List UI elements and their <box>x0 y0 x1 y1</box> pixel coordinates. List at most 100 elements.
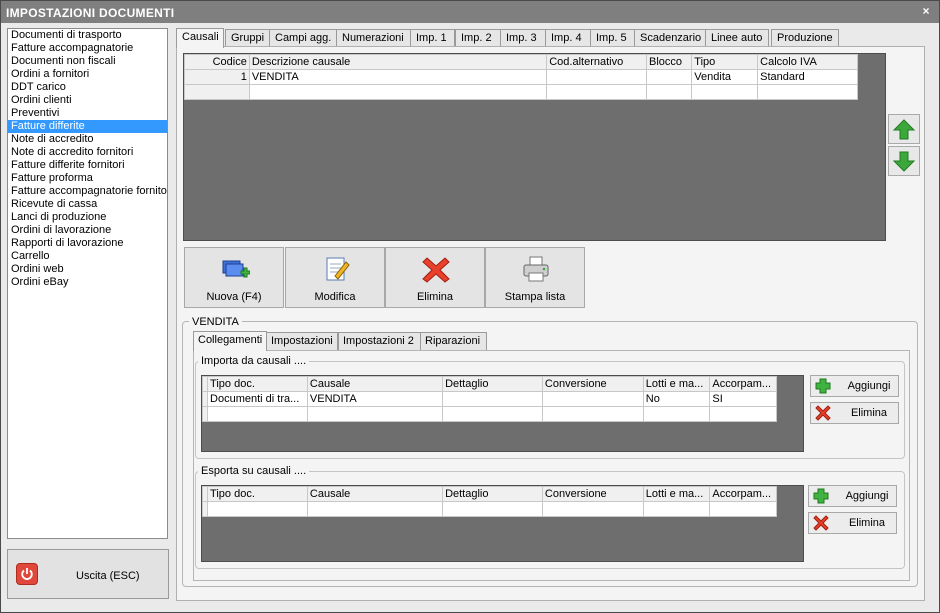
tab-riparazioni[interactable]: Riparazioni <box>420 332 487 350</box>
list-item[interactable]: Ordini web <box>8 263 167 276</box>
column-header[interactable]: Causale <box>306 376 444 392</box>
list-item[interactable]: Ordini eBay <box>8 276 167 289</box>
table-header-row: Codice Descrizione causale Cod.alternati… <box>184 54 858 70</box>
column-header[interactable]: Lotti e ma... <box>642 376 711 392</box>
tab-imp-5[interactable]: Imp. 5 <box>590 29 636 47</box>
tab-campi-agg[interactable]: Campi agg. <box>269 29 338 47</box>
column-header[interactable]: Tipo doc. <box>207 376 308 392</box>
column-header[interactable]: Codice <box>184 54 250 70</box>
tab-imp-1[interactable]: Imp. 1 <box>410 29 455 47</box>
table-cell[interactable]: VENDITA <box>248 69 548 85</box>
table-cell[interactable]: 1 <box>184 69 250 85</box>
document-type-list[interactable]: Documenti di trasporto Fatture accompagn… <box>7 28 168 539</box>
import-add-label: Aggiungi <box>847 380 891 392</box>
list-item[interactable]: Fatture proforma <box>8 172 167 185</box>
table-cell[interactable]: Standard <box>757 69 858 85</box>
tab-collegamenti[interactable]: Collegamenti <box>193 331 267 351</box>
exit-button[interactable]: Uscita (ESC) <box>7 549 169 599</box>
list-item[interactable]: DDT carico <box>8 81 167 94</box>
table-row[interactable]: Documenti di tra... VENDITA No SI <box>201 391 777 407</box>
import-add-button[interactable]: Aggiungi <box>810 375 899 397</box>
list-item[interactable]: Note di accredito fornitori <box>8 146 167 159</box>
column-header[interactable]: Causale <box>306 486 444 502</box>
list-item[interactable]: Fatture differite fornitori <box>8 159 167 172</box>
column-header[interactable]: Cod.alternativo <box>546 54 648 70</box>
window-title: IMPOSTAZIONI DOCUMENTI <box>6 6 175 20</box>
list-item[interactable]: Preventivi <box>8 107 167 120</box>
column-header[interactable]: Dettaglio <box>442 376 543 392</box>
import-group-title: Importa da causali .... <box>198 355 310 367</box>
table-cell[interactable] <box>546 69 648 85</box>
list-item[interactable]: Ordini a fornitori <box>8 68 167 81</box>
list-item[interactable]: Documenti di trasporto <box>8 29 167 42</box>
tab-imp-2[interactable]: Imp. 2 <box>455 29 501 47</box>
table-cell[interactable]: Documenti di tra... <box>207 391 308 407</box>
new-button[interactable]: Nuova (F4) <box>184 247 284 308</box>
table-row-empty[interactable] <box>184 84 858 100</box>
tab-impostazioni[interactable]: Impostazioni <box>266 332 338 350</box>
list-item[interactable]: Carrello <box>8 250 167 263</box>
tab-impostazioni-2[interactable]: Impostazioni 2 <box>338 332 422 350</box>
table-cell[interactable] <box>646 69 693 85</box>
column-header[interactable]: Conversione <box>541 486 644 502</box>
column-header[interactable]: Conversione <box>541 376 644 392</box>
list-item[interactable]: Lanci di produzione <box>8 211 167 224</box>
table-cell[interactable]: VENDITA <box>306 391 444 407</box>
tab-numerazioni[interactable]: Numerazioni <box>336 29 411 47</box>
table-cell[interactable]: No <box>642 391 711 407</box>
export-add-label: Aggiungi <box>845 490 889 502</box>
tab-scadenzario[interactable]: Scadenzario <box>634 29 708 47</box>
list-item[interactable]: Fatture accompagnatorie <box>8 42 167 55</box>
column-header[interactable]: Tipo doc. <box>207 486 308 502</box>
column-header[interactable]: Descrizione causale <box>248 54 548 70</box>
tab-causali[interactable]: Causali <box>176 28 224 48</box>
table-cell[interactable] <box>541 391 644 407</box>
import-delete-label: Elimina <box>850 407 888 419</box>
delete-button[interactable]: Elimina <box>385 247 485 308</box>
tab-linee-auto[interactable]: Linee auto <box>705 29 769 47</box>
printer-icon <box>523 256 549 282</box>
table-cell[interactable]: SI <box>709 391 777 407</box>
move-up-button[interactable] <box>888 114 920 144</box>
export-delete-label: Elimina <box>848 517 886 529</box>
column-header[interactable]: Lotti e ma... <box>642 486 711 502</box>
arrow-up-icon <box>892 119 916 140</box>
column-header[interactable]: Blocco <box>646 54 693 70</box>
list-item[interactable]: Note di accredito <box>8 133 167 146</box>
tab-imp-3[interactable]: Imp. 3 <box>500 29 546 47</box>
table-row[interactable]: 1 VENDITA Vendita Standard <box>184 69 858 85</box>
column-header[interactable]: Accorpam... <box>709 486 777 502</box>
table-cell[interactable]: Vendita <box>691 69 759 85</box>
table-row-empty[interactable] <box>201 501 777 517</box>
move-down-button[interactable] <box>888 146 920 176</box>
arrow-down-icon <box>892 151 916 172</box>
print-list-button[interactable]: Stampa lista <box>485 247 585 308</box>
import-grid[interactable]: Tipo doc. Causale Dettaglio Conversione … <box>201 375 804 452</box>
close-icon[interactable]: × <box>919 4 933 18</box>
list-item[interactable]: Ordini clienti <box>8 94 167 107</box>
column-header[interactable]: Accorpam... <box>709 376 777 392</box>
list-item[interactable]: Fatture accompagnatorie fornito <box>8 185 167 198</box>
column-header[interactable]: Dettaglio <box>442 486 543 502</box>
list-item[interactable]: Rapporti di lavorazione <box>8 237 167 250</box>
power-icon <box>16 563 38 585</box>
tab-imp-4[interactable]: Imp. 4 <box>545 29 591 47</box>
tab-gruppi[interactable]: Gruppi <box>225 29 270 47</box>
export-grid[interactable]: Tipo doc. Causale Dettaglio Conversione … <box>201 485 804 562</box>
new-icon <box>222 260 250 278</box>
list-item[interactable]: Ricevute di cassa <box>8 198 167 211</box>
tab-produzione[interactable]: Produzione <box>771 29 839 47</box>
import-delete-button[interactable]: Elimina <box>810 402 899 424</box>
column-header[interactable]: Tipo <box>691 54 759 70</box>
plus-icon <box>813 488 829 504</box>
export-add-button[interactable]: Aggiungi <box>808 485 897 507</box>
table-cell[interactable] <box>442 391 543 407</box>
export-delete-button[interactable]: Elimina <box>808 512 897 534</box>
list-item[interactable]: Ordini di lavorazione <box>8 224 167 237</box>
table-row-empty[interactable] <box>201 406 777 422</box>
edit-button[interactable]: Modifica <box>285 247 385 308</box>
column-header[interactable]: Calcolo IVA <box>757 54 858 70</box>
causali-grid[interactable]: Codice Descrizione causale Cod.alternati… <box>183 53 886 241</box>
list-item-selected[interactable]: Fatture differite <box>8 120 167 133</box>
list-item[interactable]: Documenti non fiscali <box>8 55 167 68</box>
